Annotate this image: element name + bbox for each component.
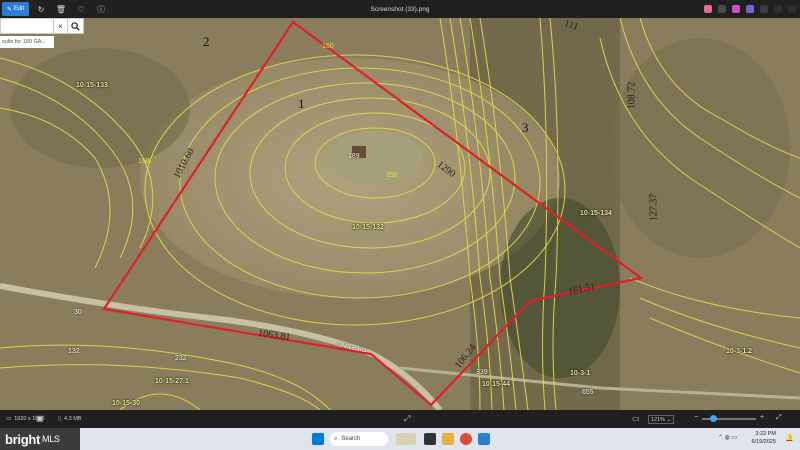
search-icon bbox=[71, 21, 80, 31]
rotate-icon[interactable]: ↻ bbox=[33, 2, 49, 16]
fit-to-window-icon[interactable]: ⤢ bbox=[404, 414, 410, 424]
file-size: ▯ 4.3 MB bbox=[58, 416, 82, 422]
search-icon: ⌕ bbox=[334, 435, 338, 442]
minimize-icon[interactable] bbox=[774, 5, 782, 13]
lot-id: 10-3-1.2 bbox=[726, 348, 753, 355]
parcel-number: 1 bbox=[298, 96, 305, 111]
task-view-icon[interactable] bbox=[424, 433, 436, 445]
lot-id: 10-15-27.1 bbox=[155, 378, 189, 385]
search-input[interactable] bbox=[0, 18, 54, 34]
clock[interactable]: 3:22 PM 6/19/2025 bbox=[752, 430, 776, 446]
maximize-icon[interactable] bbox=[788, 5, 796, 13]
photos-window: ✎ Edit ↻ 🗑 ♡ ⓘ Screenshot (33).png 2 1 3… bbox=[0, 0, 800, 450]
house-number: 339 bbox=[476, 369, 488, 376]
zoom-slider[interactable] bbox=[702, 415, 756, 422]
parcel-number: 2 bbox=[203, 34, 210, 49]
start-icon[interactable] bbox=[312, 433, 324, 445]
lot-id: 10-3-1 bbox=[570, 370, 591, 377]
house-number: 232 bbox=[175, 355, 187, 362]
window-title: Screenshot (33).png bbox=[370, 5, 430, 13]
copilot-icon[interactable] bbox=[704, 5, 712, 13]
notification-icon[interactable]: 🔔 bbox=[785, 434, 794, 442]
photos-icon[interactable] bbox=[478, 433, 490, 445]
chrome-icon[interactable] bbox=[460, 433, 472, 445]
search-box: × bbox=[0, 18, 84, 34]
share-icon[interactable] bbox=[718, 5, 726, 13]
delete-icon[interactable]: 🗑 bbox=[53, 2, 69, 16]
edit-button[interactable]: ✎ Edit bbox=[2, 2, 29, 16]
taskbar-search[interactable]: ⌕ Search bbox=[330, 432, 388, 446]
search-results-text: sults for 189 GA... bbox=[0, 36, 54, 48]
boundary-dimension: 127.37 bbox=[648, 193, 660, 222]
close-icon[interactable]: × bbox=[54, 18, 68, 34]
info-icon[interactable]: ⓘ bbox=[93, 2, 109, 16]
brand-logo: bright MLS bbox=[0, 428, 80, 450]
photo-status-bar: ▭ 1920 x 1080 ▯ 4.3 MB ▣ ⤢ ▭ 121% ⌄ − + … bbox=[0, 410, 800, 428]
contour-label: 160 bbox=[322, 43, 334, 50]
fit-icon[interactable]: ▭ bbox=[632, 414, 640, 423]
search-button[interactable] bbox=[68, 18, 84, 34]
house-number: 189 bbox=[348, 153, 360, 160]
contour-label: 150 bbox=[138, 158, 150, 165]
system-tray-icons[interactable]: ⌃ ◍ ▭ bbox=[718, 434, 737, 441]
map-graphic bbox=[0, 18, 800, 410]
heart-icon[interactable]: ♡ bbox=[73, 2, 89, 16]
title-bar: ✎ Edit ↻ 🗑 ♡ ⓘ Screenshot (33).png bbox=[0, 0, 800, 18]
house-number: 132 bbox=[68, 348, 80, 355]
edit-icon: ✎ bbox=[6, 6, 12, 13]
house-number: 655 bbox=[582, 389, 594, 396]
zoom-out-icon[interactable]: − bbox=[694, 414, 698, 421]
file-explorer-icon[interactable] bbox=[442, 433, 454, 445]
clipchamp-icon[interactable] bbox=[746, 5, 754, 13]
lot-id: 10-15-44 bbox=[482, 381, 511, 388]
contour-label: 150 bbox=[386, 172, 398, 179]
parcel-number: 3 bbox=[522, 120, 529, 135]
lot-id: 10-15-30 bbox=[112, 400, 141, 407]
lot-id: 10-15-133 bbox=[76, 82, 108, 89]
more-icon[interactable] bbox=[760, 5, 768, 13]
filmstrip-icon[interactable]: ▣ bbox=[36, 414, 44, 423]
zoom-in-icon[interactable]: + bbox=[760, 414, 764, 421]
aerial-parcel-map: 2 1 3 10-15-133 10-15-132 10-15-134 10-1… bbox=[0, 18, 800, 410]
lot-id: 10-15-134 bbox=[580, 210, 612, 217]
file-icon: ▯ bbox=[58, 416, 62, 422]
lot-number: 30 bbox=[74, 309, 82, 316]
boundary-dimension: 108.72 bbox=[626, 81, 638, 110]
widgets-icon[interactable] bbox=[396, 433, 416, 445]
zoom-select[interactable]: 121% ⌄ bbox=[648, 415, 674, 424]
lot-id: 10-15-132 bbox=[352, 224, 384, 231]
zoom-slider-thumb[interactable] bbox=[710, 415, 717, 422]
fullscreen-icon[interactable]: ⤢ bbox=[776, 414, 782, 422]
paint-icon[interactable] bbox=[732, 5, 740, 13]
image-size-icon: ▭ bbox=[6, 416, 12, 422]
